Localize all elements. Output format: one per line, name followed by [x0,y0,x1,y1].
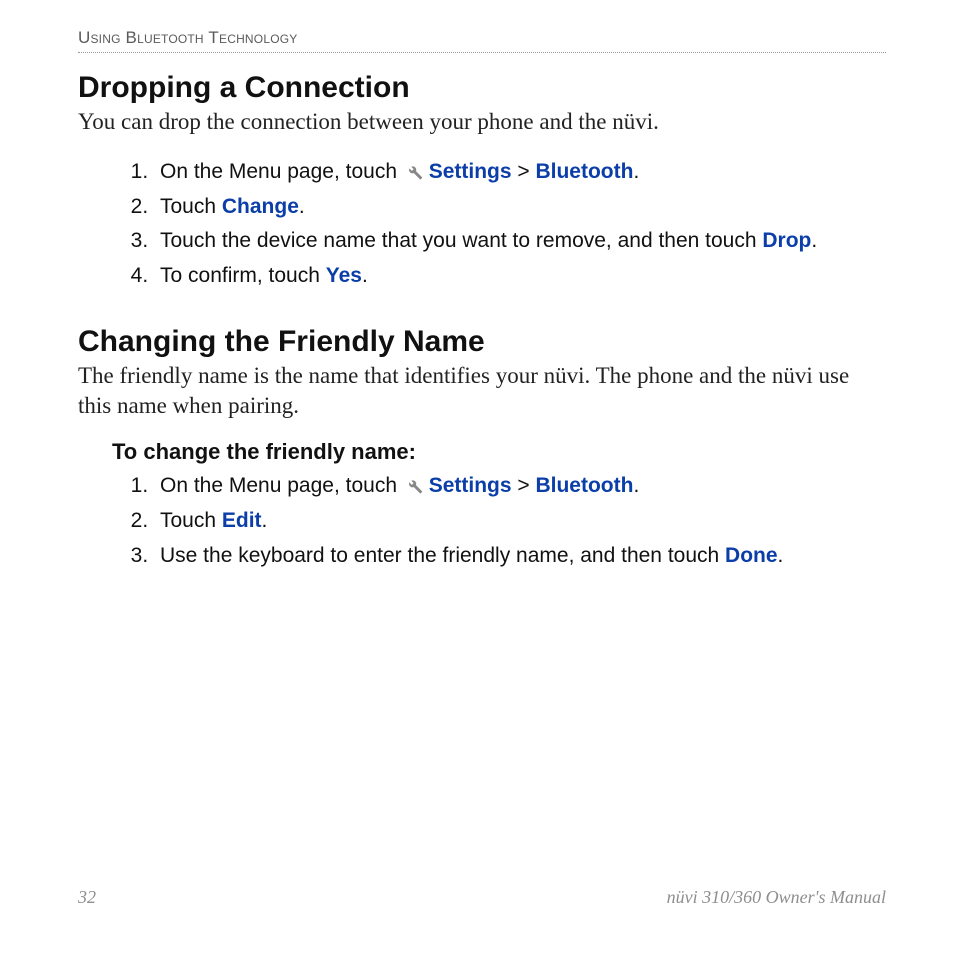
step-text: On the Menu page, touch [160,474,403,497]
section1-lead: You can drop the connection between your… [78,107,886,137]
running-header: Using Bluetooth Technology [78,28,886,53]
section2-subhead: To change the friendly name: [112,439,886,465]
drop-keyword: Drop [762,229,811,252]
breadcrumb-separator: > [512,160,536,183]
section-title-dropping-connection: Dropping a Connection [78,71,886,105]
section2-step1: On the Menu page, touch Settings > Bluet… [154,469,886,504]
breadcrumb-separator: > [512,474,536,497]
change-keyword: Change [222,195,299,218]
step-end: . [262,509,268,532]
step-text: Touch the device name that you want to r… [160,229,762,252]
manual-page: Using Bluetooth Technology Dropping a Co… [0,0,954,954]
settings-keyword: Settings [429,474,512,497]
yes-keyword: Yes [326,264,362,287]
section2-step2: Touch Edit. [154,504,886,539]
step-end: . [633,474,639,497]
section2-steps: On the Menu page, touch Settings > Bluet… [78,469,886,573]
wrench-icon [403,158,423,178]
section2-lead: The friendly name is the name that ident… [78,361,886,421]
step-end: . [362,264,368,287]
section1-step1: On the Menu page, touch Settings > Bluet… [154,155,886,190]
manual-title: nüvi 310/360 Owner's Manual [667,887,886,908]
step-end: . [633,160,639,183]
step-text: Touch [160,509,222,532]
page-footer: 32 nüvi 310/360 Owner's Manual [78,887,886,908]
section1-step4: To confirm, touch Yes. [154,259,886,294]
bluetooth-keyword: Bluetooth [535,160,633,183]
step-end: . [299,195,305,218]
section2-step3: Use the keyboard to enter the friendly n… [154,539,886,574]
step-text: Use the keyboard to enter the friendly n… [160,544,725,567]
bluetooth-keyword: Bluetooth [535,474,633,497]
done-keyword: Done [725,544,778,567]
section1-step3: Touch the device name that you want to r… [154,224,886,259]
step-text: To confirm, touch [160,264,326,287]
section1-steps: On the Menu page, touch Settings > Bluet… [78,155,886,294]
wrench-icon [403,472,423,492]
step-text: On the Menu page, touch [160,160,403,183]
page-number: 32 [78,887,96,908]
settings-keyword: Settings [429,160,512,183]
step-end: . [811,229,817,252]
step-text: Touch [160,195,222,218]
step-end: . [778,544,784,567]
section-title-friendly-name: Changing the Friendly Name [78,325,886,359]
edit-keyword: Edit [222,509,262,532]
section1-step2: Touch Change. [154,190,886,225]
